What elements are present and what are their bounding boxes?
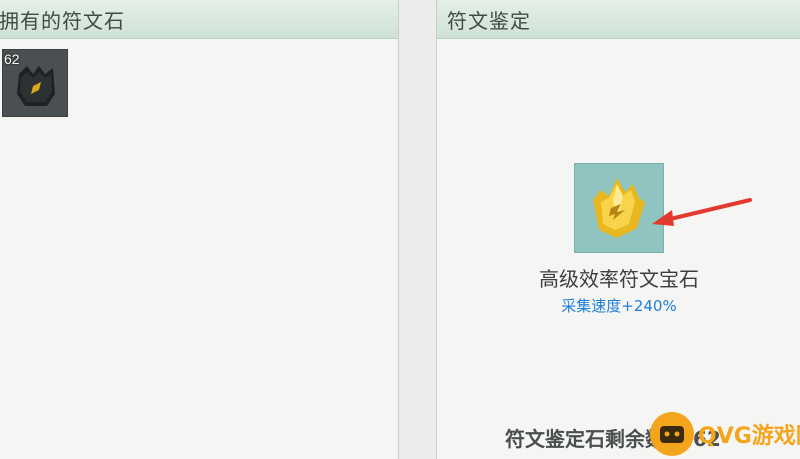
gem-effect: 采集速度+240%	[561, 297, 677, 315]
red-arrow-icon	[652, 198, 752, 226]
rune-appraisal-title: 符文鉴定	[447, 9, 531, 33]
gamepad-icon	[660, 426, 684, 443]
watermark-text: QVG游戏网	[698, 424, 800, 449]
owned-runes-header: 拥有的符文石	[0, 0, 398, 39]
gem-name: 高级效率符文宝石	[539, 267, 699, 291]
dark-rune-stone-icon	[17, 66, 55, 106]
inventory-slot-rune-stone[interactable]: 62	[2, 49, 68, 117]
site-watermark: QVG游戏网	[650, 410, 800, 459]
panel-divider	[399, 0, 436, 459]
rune-appraisal-header: 符文鉴定	[437, 0, 800, 39]
owned-runes-title: 拥有的符文石	[0, 9, 125, 33]
watermark-badge	[650, 412, 694, 456]
